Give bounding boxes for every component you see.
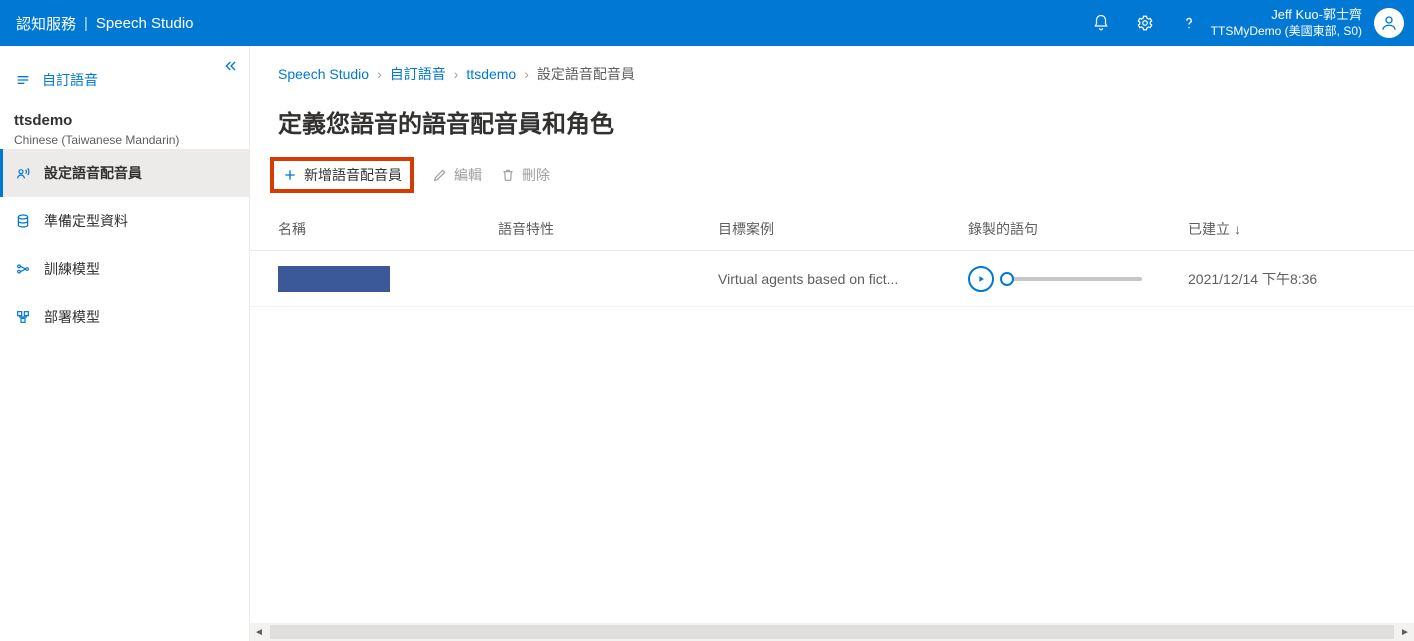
content-area: Speech Studio › 自訂語音 › ttsdemo › 設定語音配音員… (250, 46, 1414, 641)
scroll-right-arrow-icon[interactable]: ► (1396, 627, 1414, 638)
sidebar-item-label: 設定語音配音員 (44, 163, 142, 183)
annotation-highlight: 新增語音配音員 (270, 157, 414, 193)
sidebar-item-label: 部署模型 (44, 307, 100, 327)
edit-button: 編輯 (432, 165, 482, 185)
avatar[interactable] (1374, 8, 1404, 38)
notifications-icon[interactable] (1079, 0, 1123, 46)
account-name: Jeff Kuo-郭士齊 (1211, 7, 1362, 23)
sidebar-project-language: Chinese (Taiwanese Mandarin) (14, 133, 235, 147)
list-icon (14, 72, 32, 88)
crumb-speech-studio[interactable]: Speech Studio (278, 66, 369, 82)
brand-divider: | (84, 15, 88, 32)
chevron-double-left-icon (223, 58, 239, 74)
database-icon (14, 213, 32, 229)
table-row[interactable]: Virtual agents based on fict... 2021/12/… (250, 251, 1414, 307)
col-name[interactable]: 名稱 (278, 219, 498, 239)
chevron-right-icon: › (377, 66, 382, 82)
voice-talent-table: 名稱 語音特性 目標案例 錄製的語句 已建立 ↓ Virtual agents … (250, 207, 1414, 307)
cell-created: 2021/12/14 下午8:36 (1188, 269, 1386, 289)
sidebar-item-deploy-model[interactable]: 部署模型 (0, 293, 249, 341)
scroll-left-arrow-icon[interactable]: ◄ (250, 627, 268, 638)
sidebar-item-train-model[interactable]: 訓練模型 (0, 245, 249, 293)
breadcrumb: Speech Studio › 自訂語音 › ttsdemo › 設定語音配音員 (250, 46, 1414, 92)
speaker-icon (14, 165, 32, 181)
slider-knob[interactable] (1000, 272, 1014, 286)
add-button-label: 新增語音配音員 (304, 165, 402, 185)
account-block[interactable]: Jeff Kuo-郭士齊 TTSMyDemo (美國東部, S0) (1211, 7, 1368, 38)
crumb-ttsdemo[interactable]: ttsdemo (466, 66, 516, 82)
cell-target-case: Virtual agents based on fict... (718, 271, 968, 287)
sidebar-project-name: ttsdemo (14, 112, 235, 129)
sort-desc-icon: ↓ (1234, 221, 1241, 237)
horizontal-scrollbar[interactable]: ◄ ► (250, 623, 1414, 641)
cell-name (278, 266, 498, 292)
top-bar: 認知服務 | Speech Studio Jeff Kuo-郭士齊 TTSMyD… (0, 0, 1414, 46)
sidebar-item-prepare-data[interactable]: 準備定型資料 (0, 197, 249, 245)
deploy-icon (14, 309, 32, 325)
col-recorded[interactable]: 錄製的語句 (968, 219, 1188, 239)
crumb-custom-voice[interactable]: 自訂語音 (390, 64, 446, 84)
sidebar-item-label: 準備定型資料 (44, 211, 128, 231)
add-voice-talent-button[interactable]: 新增語音配音員 (282, 165, 402, 185)
scroll-track[interactable] (270, 625, 1394, 639)
play-icon (976, 274, 986, 284)
col-voice-characteristics[interactable]: 語音特性 (498, 219, 718, 239)
person-icon (1380, 14, 1398, 32)
sidebar: 自訂語音 ttsdemo Chinese (Taiwanese Mandarin… (0, 46, 250, 641)
delete-button: 刪除 (500, 165, 550, 185)
trash-icon (500, 167, 516, 183)
plus-icon (282, 167, 298, 183)
chevron-right-icon: › (454, 66, 459, 82)
table-header: 名稱 語音特性 目標案例 錄製的語句 已建立 ↓ (250, 207, 1414, 251)
cell-recorded (968, 266, 1188, 292)
pencil-icon (432, 167, 448, 183)
settings-icon[interactable] (1123, 0, 1167, 46)
sidebar-top-link-label: 自訂語音 (42, 70, 98, 90)
play-button[interactable] (968, 266, 994, 292)
sidebar-top-link-custom-voice[interactable]: 自訂語音 (0, 58, 249, 102)
toolbar: 新增語音配音員 編輯 刪除 (250, 157, 1414, 207)
page-title: 定義您語音的語音配音員和角色 (250, 92, 1414, 157)
brand-product[interactable]: Speech Studio (96, 15, 194, 32)
help-icon[interactable] (1167, 0, 1211, 46)
brand-service[interactable]: 認知服務 (16, 13, 76, 34)
sidebar-item-voice-talent[interactable]: 設定語音配音員 (0, 149, 249, 197)
delete-button-label: 刪除 (522, 165, 550, 185)
col-created[interactable]: 已建立 ↓ (1188, 219, 1386, 239)
edit-button-label: 編輯 (454, 165, 482, 185)
sidebar-project-header: ttsdemo Chinese (Taiwanese Mandarin) (0, 102, 249, 149)
col-target-case[interactable]: 目標案例 (718, 219, 968, 239)
redacted-name-block (278, 266, 390, 292)
chevron-right-icon: › (524, 66, 529, 82)
audio-slider[interactable] (1002, 277, 1142, 281)
collapse-sidebar-button[interactable] (223, 58, 239, 74)
brain-icon (14, 261, 32, 277)
crumb-current: 設定語音配音員 (537, 64, 635, 84)
brand: 認知服務 | Speech Studio (16, 13, 194, 34)
sidebar-item-label: 訓練模型 (44, 259, 100, 279)
account-subscription: TTSMyDemo (美國東部, S0) (1211, 24, 1362, 39)
